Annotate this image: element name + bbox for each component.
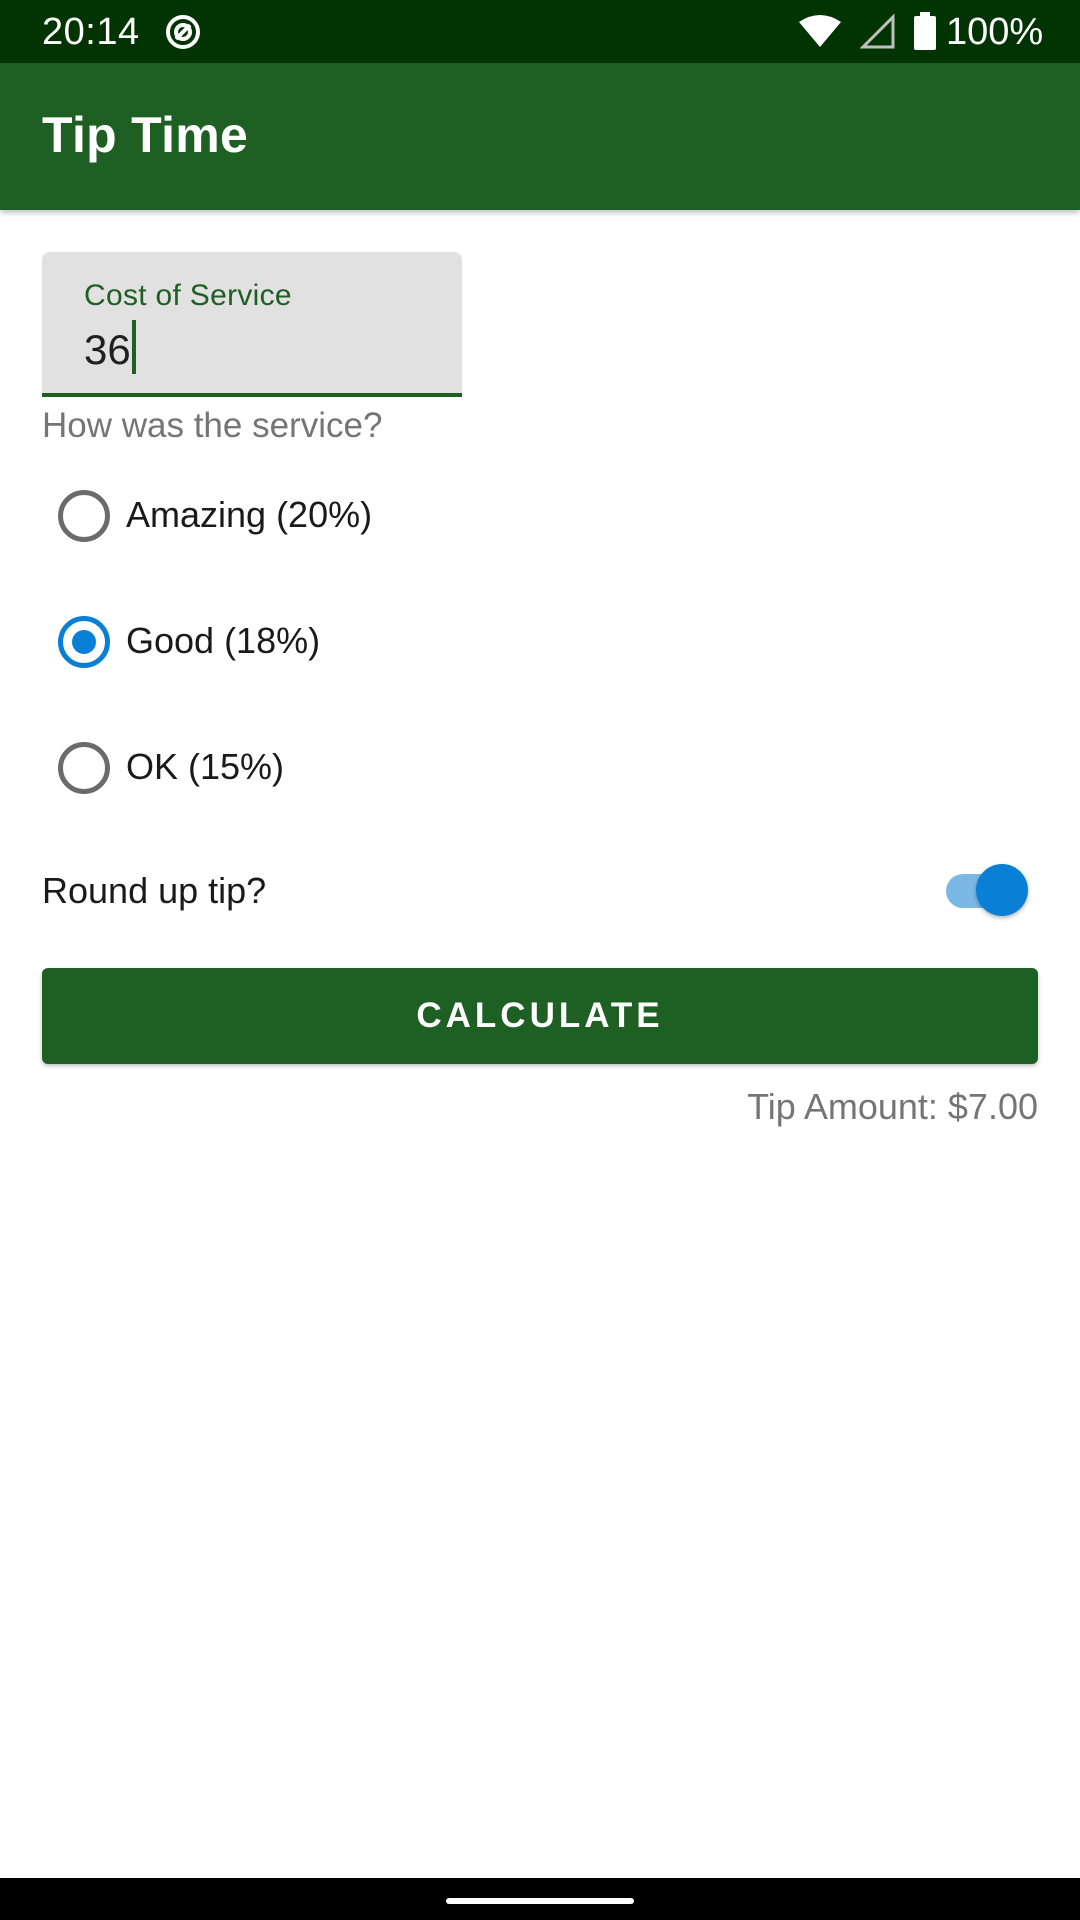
service-question: How was the service? (42, 406, 383, 445)
app-bar: Tip Time (0, 63, 1080, 210)
cost-of-service-field[interactable]: Cost of Service 36 (42, 252, 462, 397)
navigation-bar (0, 1878, 1080, 1920)
radio-label-ok: OK (15%) (126, 746, 285, 787)
status-bar: 20:14 100% (0, 0, 1080, 63)
battery-percentage: 100% (946, 11, 1044, 53)
cost-of-service-input[interactable]: 36 (84, 320, 136, 376)
calculate-button[interactable]: CALCULATE (42, 968, 1038, 1064)
notification-icon (164, 13, 202, 51)
wifi-icon (798, 14, 842, 48)
status-time: 20:14 (42, 11, 140, 53)
radio-option-ok[interactable]: OK (15%) (42, 714, 742, 814)
cost-of-service-value: 36 (84, 326, 131, 373)
radio-label-amazing: Amazing (20%) (126, 494, 373, 535)
round-up-switch[interactable] (944, 862, 1030, 918)
radio-button-good[interactable] (58, 616, 110, 668)
radio-label-good: Good (18%) (126, 620, 321, 661)
tip-amount-result: Tip Amount: $7.00 (747, 1086, 1038, 1127)
text-cursor (131, 320, 136, 374)
battery-icon (914, 12, 936, 50)
cost-of-service-label: Cost of Service (84, 279, 292, 312)
radio-button-ok[interactable] (58, 742, 110, 794)
radio-button-amazing[interactable] (58, 490, 110, 542)
home-gesture-handle[interactable] (446, 1898, 634, 1904)
app-title: Tip Time (42, 107, 249, 163)
radio-option-good[interactable]: Good (18%) (42, 588, 742, 688)
radio-selected-dot (72, 630, 96, 654)
round-up-label: Round up tip? (42, 870, 267, 911)
radio-option-amazing[interactable]: Amazing (20%) (42, 462, 742, 562)
switch-thumb (976, 864, 1028, 916)
signal-icon (859, 13, 896, 50)
